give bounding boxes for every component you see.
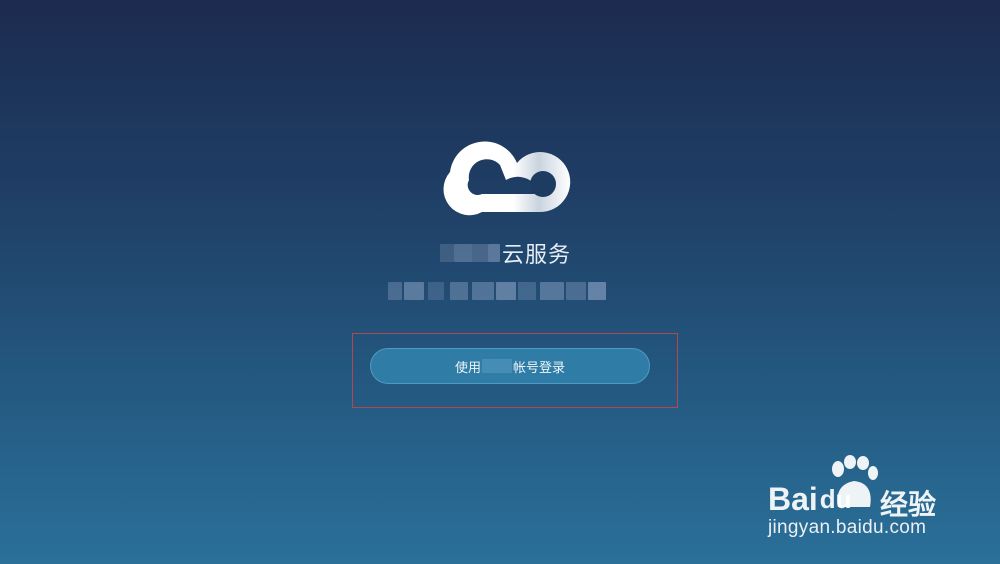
baidu-watermark: Bai du 经验 jingyan.baidu.com xyxy=(762,455,962,545)
watermark-url: jingyan.baidu.com xyxy=(768,517,927,538)
paw-icon xyxy=(832,455,878,507)
login-button[interactable]: 使用 帐号登录 xyxy=(370,348,650,384)
watermark-brand-bai: Bai xyxy=(768,481,818,517)
service-title-text: 云服务 xyxy=(502,243,572,268)
login-button-label-suffix: 帐号登录 xyxy=(513,360,566,376)
service-title: 云服务 xyxy=(440,238,571,268)
login-button-label-prefix: 使用 xyxy=(454,360,481,376)
pixelated-mask xyxy=(440,244,500,262)
cloud-icon xyxy=(443,141,571,216)
pixelated-subtitle xyxy=(388,278,638,304)
pixelated-mask xyxy=(482,359,512,373)
